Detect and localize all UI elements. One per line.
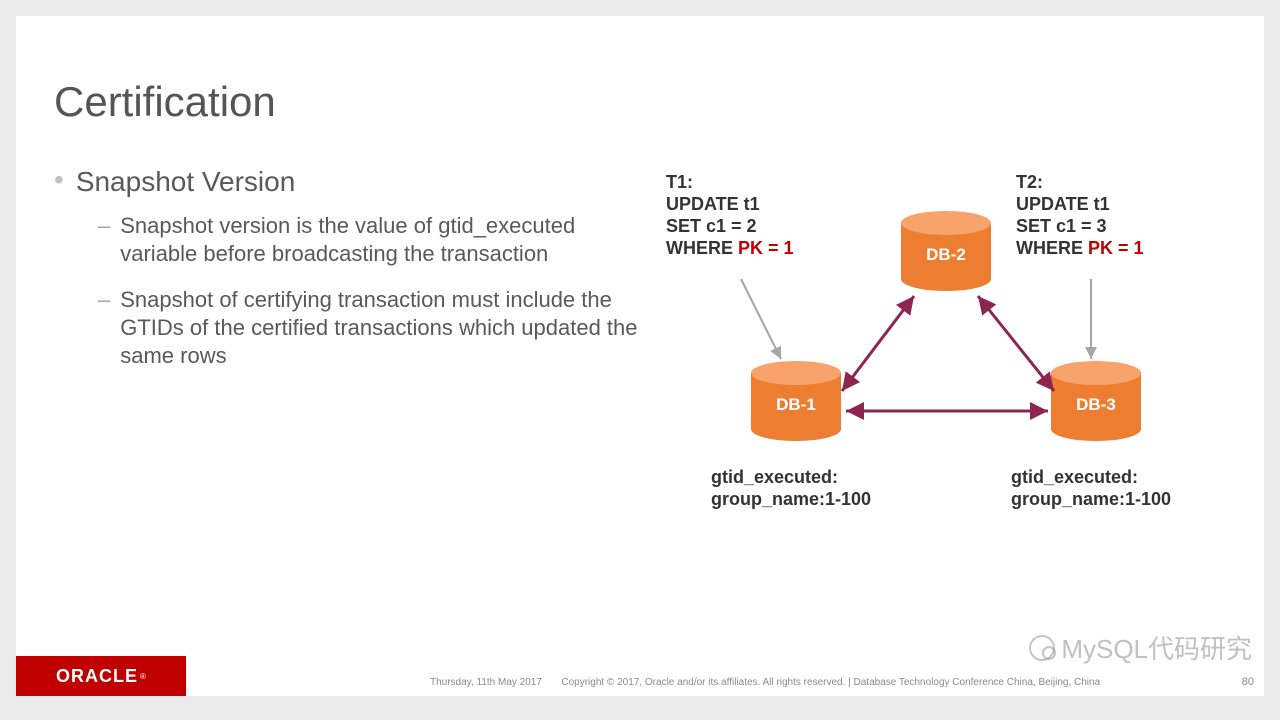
- t2-line: WHERE PK = 1: [1016, 237, 1144, 259]
- wechat-icon: [1029, 635, 1055, 661]
- bullet-dash: –: [98, 212, 110, 240]
- bullet-dash: –: [98, 286, 110, 314]
- bullet-lvl2-text: Snapshot of certifying transaction must …: [120, 286, 640, 370]
- gtid-db1: gtid_executed: group_name:1-100: [711, 466, 871, 510]
- t1-head: T1:: [666, 171, 794, 193]
- oracle-logo-text: ORACLE: [56, 666, 138, 687]
- footer-copyright: Copyright © 2017, Oracle and/or its affi…: [561, 677, 1100, 688]
- t2-sql: T2: UPDATE t1 SET c1 = 3 WHERE PK = 1: [1016, 171, 1144, 259]
- bullet-lvl2-text: Snapshot version is the value of gtid_ex…: [120, 212, 640, 268]
- db-1: DB-1: [751, 361, 841, 441]
- t1-pk: PK = 1: [738, 238, 794, 258]
- db-2: DB-2: [901, 211, 991, 291]
- slide-title: Certification: [54, 78, 276, 126]
- t1-sql: T1: UPDATE t1 SET c1 = 2 WHERE PK = 1: [666, 171, 794, 259]
- slide: Certification • Snapshot Version – Snaps…: [16, 16, 1264, 696]
- t2-pk: PK = 1: [1088, 238, 1144, 258]
- gtid-db3: gtid_executed: group_name:1-100: [1011, 466, 1171, 510]
- t2-line: SET c1 = 3: [1016, 215, 1144, 237]
- bullet-lvl1-text: Snapshot Version: [76, 166, 296, 198]
- bullet-dot: •: [54, 166, 64, 194]
- watermark: MySQL代码研究: [1029, 629, 1252, 666]
- t2-line: UPDATE t1: [1016, 193, 1144, 215]
- watermark-text: MySQL代码研究: [1061, 629, 1252, 666]
- t1-line: WHERE PK = 1: [666, 237, 794, 259]
- page-number: 80: [1242, 676, 1254, 688]
- footer-date: Thursday, 11th May 2017: [430, 677, 542, 688]
- bullet-lvl2: – Snapshot version is the value of gtid_…: [98, 212, 654, 268]
- t1-line: UPDATE t1: [666, 193, 794, 215]
- oracle-logo: ORACLE®: [16, 656, 186, 696]
- footer: Thursday, 11th May 2017 Copyright © 2017…: [430, 677, 1100, 688]
- t2-head: T2:: [1016, 171, 1144, 193]
- db-2-label: DB-2: [901, 245, 991, 265]
- content-area: • Snapshot Version – Snapshot version is…: [54, 166, 654, 388]
- db-3-label: DB-3: [1051, 395, 1141, 415]
- bullet-lvl2: – Snapshot of certifying transaction mus…: [98, 286, 654, 370]
- diagram: T1: UPDATE t1 SET c1 = 2 WHERE PK = 1 T2…: [666, 171, 1236, 551]
- t1-line: SET c1 = 2: [666, 215, 794, 237]
- db-3: DB-3: [1051, 361, 1141, 441]
- db-1-label: DB-1: [751, 395, 841, 415]
- bullet-lvl1: • Snapshot Version: [54, 166, 654, 198]
